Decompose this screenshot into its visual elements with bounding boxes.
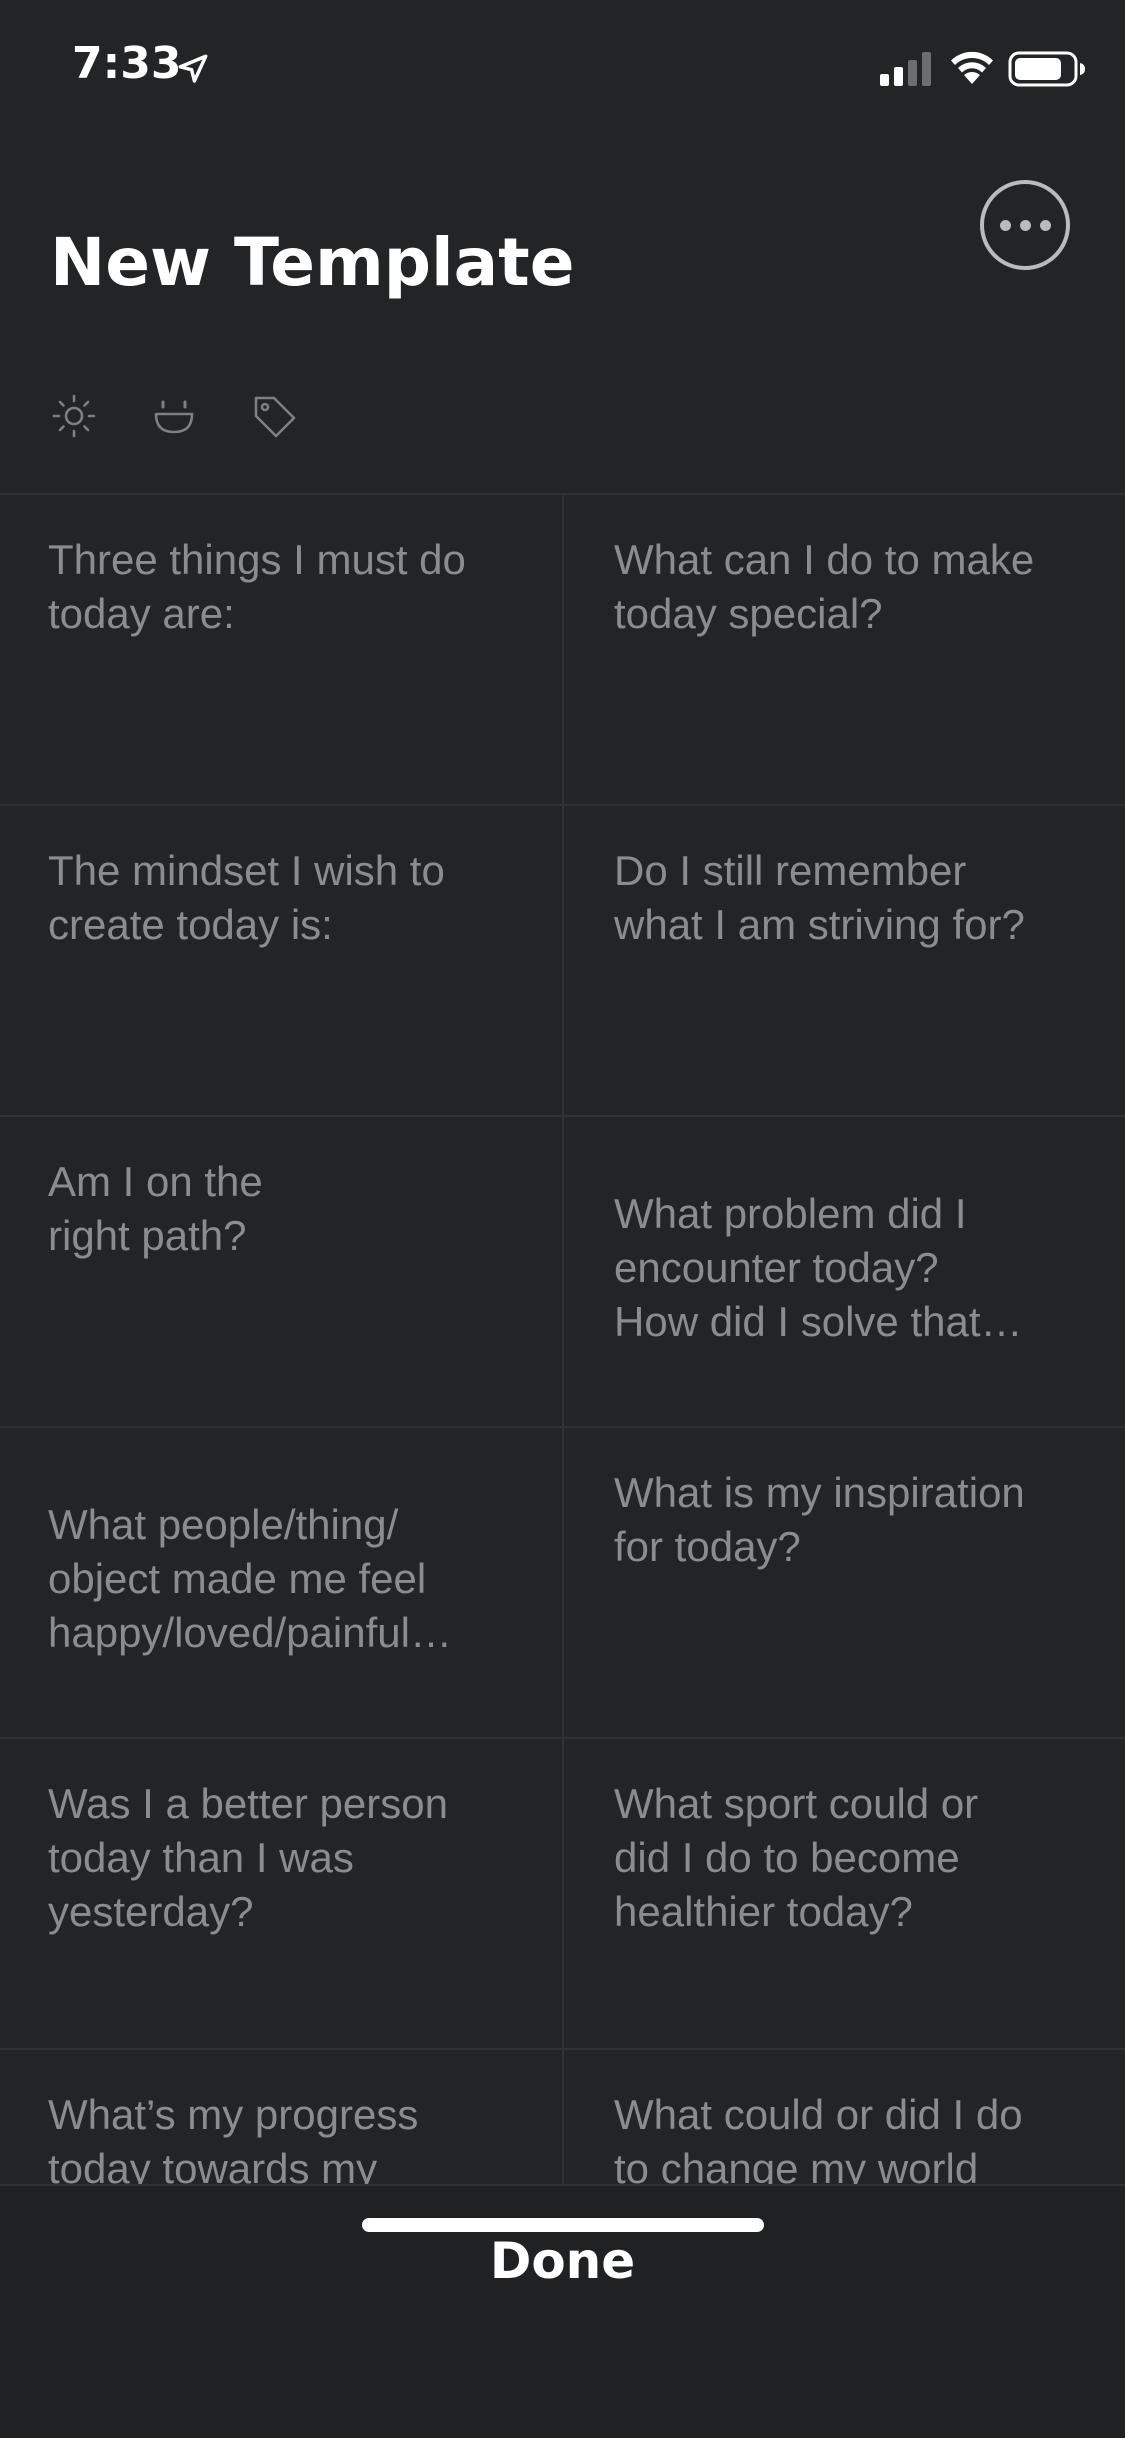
prompt-card[interactable]: Was I a better person today than I was y… [0,1739,562,2048]
prompt-card[interactable]: Am I on the right path? [0,1117,562,1426]
prompt-card[interactable]: What sport could or did I do to become h… [562,1739,1125,2048]
more-options-button[interactable] [980,180,1070,270]
done-button[interactable]: Done [0,2186,1125,2336]
prompt-text: Do I still remember what I am striving f… [614,847,1025,948]
prompt-row: Am I on the right path? What problem did… [0,1117,1125,1428]
smiley-icon[interactable] [150,392,198,440]
prompt-row: What people/thing/ object made me feel h… [0,1428,1125,1739]
prompt-text: What is my inspiration for today? [614,1469,1025,1570]
prompt-text: What problem did I encounter today? How … [614,1189,1023,1345]
status-bar: 7:33 [0,0,1125,132]
prompt-card[interactable]: What is my inspiration for today? [562,1428,1125,1737]
battery-icon [1008,51,1085,87]
prompt-card[interactable]: What people/thing/ object made me feel h… [0,1428,562,1737]
prompt-card[interactable]: Do I still remember what I am striving f… [562,806,1125,1115]
prompt-text: Was I a better person today than I was y… [48,1780,448,1935]
status-time: 7:33 [72,38,182,89]
wifi-icon [951,51,993,84]
ellipsis-dot [999,219,1011,231]
prompt-row: Three things I must do today are: What c… [0,495,1125,806]
prompt-row: Was I a better person today than I was y… [0,1739,1125,2050]
prompt-text: What could or did I do to change my worl… [614,2091,1023,2186]
prompt-text: Three things I must do today are: [48,536,466,637]
location-arrow-icon [178,54,208,83]
sun-icon[interactable] [50,392,98,440]
prompt-card[interactable]: What’s my progress today towards my [0,2050,562,2186]
prompt-card[interactable]: What problem did I encounter today? How … [562,1117,1125,1426]
prompt-text: What sport could or did I do to become h… [614,1780,979,1935]
page-title: New Template [50,224,575,301]
prompt-card[interactable]: Three things I must do today are: [0,495,562,804]
prompt-text: The mindset I wish to create today is: [48,847,445,948]
template-meta-icons [50,392,350,440]
tag-icon[interactable] [250,392,298,440]
prompt-text: What’s my progress today towards my [48,2091,419,2186]
prompt-text: Am I on the right path? [48,1158,263,1259]
prompt-text: What people/thing/ object made me feel h… [48,1500,452,1656]
prompt-row: The mindset I wish to create today is: D… [0,806,1125,1117]
ellipsis-dot [1039,219,1051,231]
ellipsis-dot [1019,219,1031,231]
prompt-card[interactable]: The mindset I wish to create today is: [0,806,562,1115]
prompt-card[interactable]: What could or did I do to change my worl… [562,2050,1125,2186]
prompt-row: What’s my progress today towards my What… [0,2050,1125,2186]
cellular-signal-icon [880,52,931,86]
prompt-grid: Three things I must do today are: What c… [0,493,1125,2186]
home-indicator[interactable] [362,2218,764,2232]
prompt-text: What can I do to make today special? [614,536,1035,637]
prompt-card[interactable]: What can I do to make today special? [562,495,1125,804]
